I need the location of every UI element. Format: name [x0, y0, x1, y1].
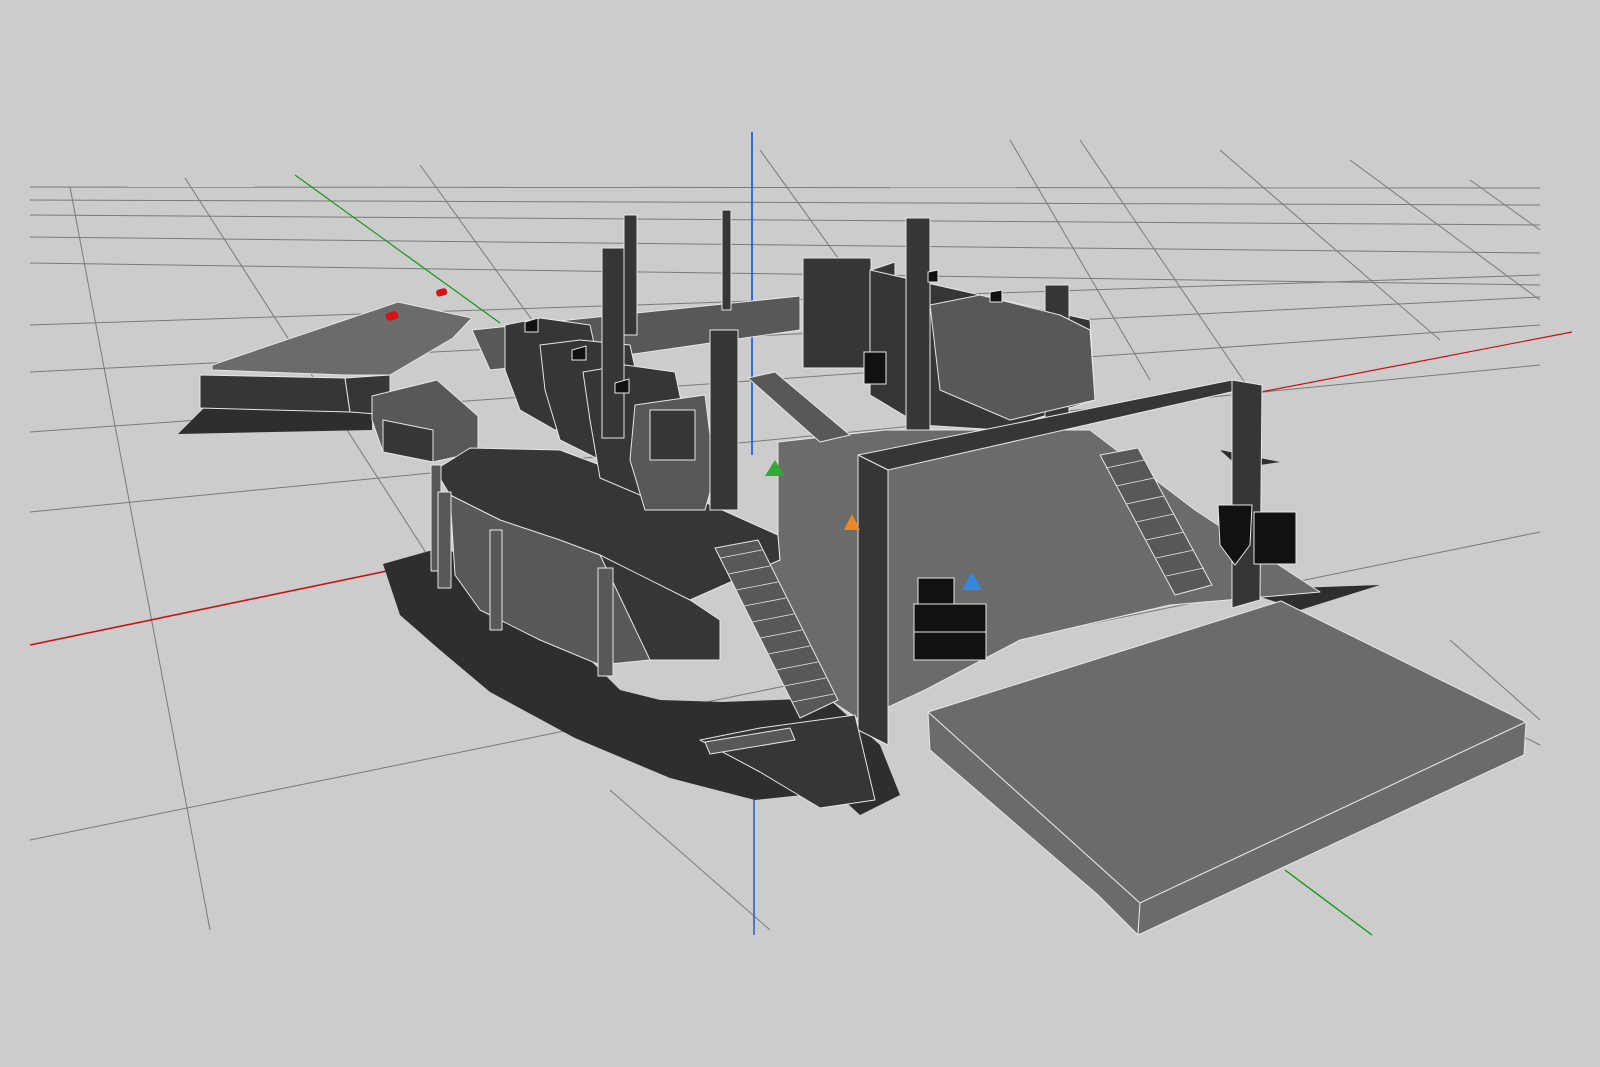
3d-viewport[interactable]	[0, 0, 1600, 1067]
ring-pillar[interactable]	[489, 529, 503, 631]
tall-column[interactable]	[709, 329, 739, 511]
east-block[interactable]	[802, 257, 872, 369]
prop-crate-east[interactable]	[1253, 511, 1297, 565]
scene-canvas[interactable]	[0, 0, 1600, 1067]
ring-pillar[interactable]	[437, 491, 452, 589]
tall-column[interactable]	[601, 247, 625, 439]
ring-pillar[interactable]	[597, 567, 614, 677]
tall-column[interactable]	[721, 209, 732, 311]
tall-column[interactable]	[623, 214, 638, 336]
crate-icon[interactable]	[863, 351, 887, 385]
